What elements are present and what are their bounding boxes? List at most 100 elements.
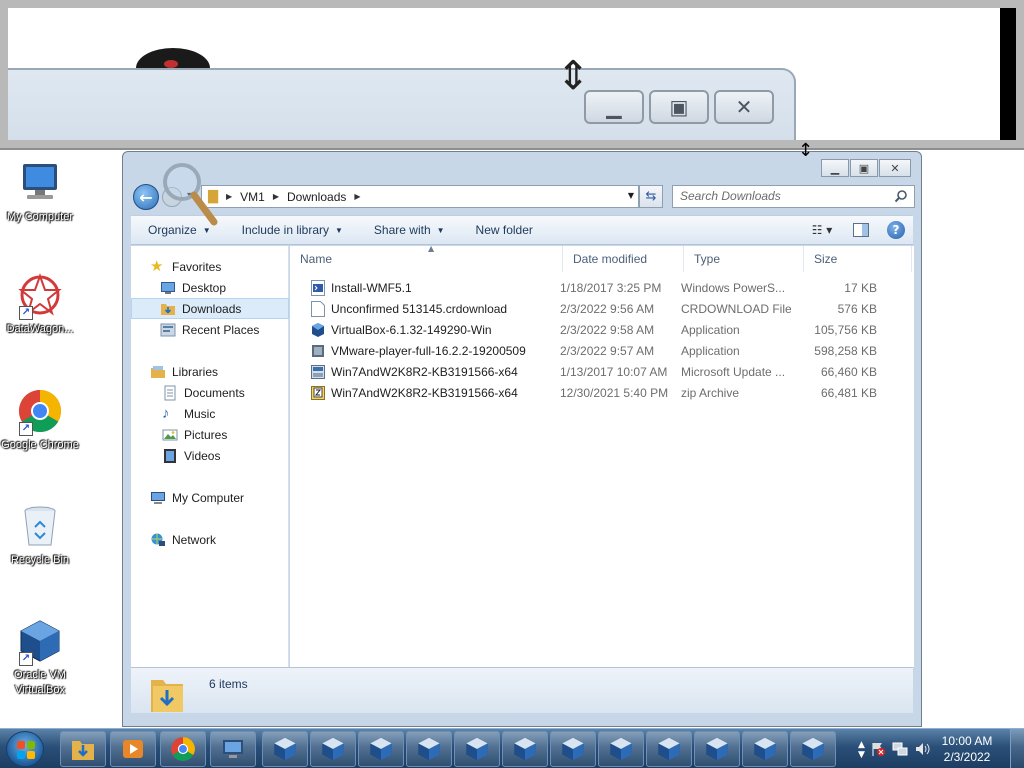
magnifier-icon[interactable] [160, 158, 220, 230]
virtualbox-icon [706, 737, 728, 761]
nav-favorites[interactable]: ★ Favorites [131, 256, 289, 277]
nav-desktop[interactable]: Desktop [131, 277, 289, 298]
search-box[interactable] [672, 185, 915, 208]
shortcut-arrow-icon: ↗ [19, 306, 33, 320]
magnified-minimize-icon: ▁ [584, 90, 644, 124]
back-arrow-icon: ← [139, 187, 153, 207]
nav-recent-places[interactable]: Recent Places [131, 319, 289, 340]
virtualbox-icon [370, 737, 392, 761]
back-button[interactable]: ← [133, 184, 159, 210]
nav-videos[interactable]: Videos [131, 445, 289, 466]
file-list[interactable]: Name ▲ Date modified Type Size Install-W… [290, 244, 914, 667]
virtualbox-icon: ↗ [17, 618, 63, 666]
breadcrumb-vm1[interactable]: VM1 [240, 190, 265, 204]
taskbar-virtualbox-window[interactable] [358, 731, 404, 767]
taskbar-virtualbox-window[interactable] [310, 731, 356, 767]
taskbar-virtualbox-window[interactable] [454, 731, 500, 767]
clock[interactable]: 10:00 AM 2/3/2022 [932, 733, 1002, 765]
computer-icon [17, 160, 63, 206]
search-icon [894, 190, 907, 203]
table-row[interactable]: VMware-player-full-16.2.2-19200509 2/3/2… [300, 341, 880, 362]
taskbar-media-player[interactable] [110, 731, 156, 767]
desktop-folder-icon [161, 281, 175, 294]
taskbar-explorer[interactable] [60, 731, 106, 767]
tray-scroll-icon[interactable]: ▲ ▼ [858, 740, 868, 760]
zip-archive-icon [311, 386, 325, 400]
breadcrumb-chevron-icon[interactable]: ▶ [273, 192, 279, 201]
breadcrumb-downloads[interactable]: Downloads [287, 190, 346, 204]
search-input[interactable] [673, 186, 883, 206]
nav-music[interactable]: ♪ Music [131, 403, 289, 424]
help-button[interactable]: ? [887, 221, 905, 239]
desktop-icon-datawagon[interactable]: ↗ DataWagon... [0, 272, 80, 337]
table-row[interactable]: Install-WMF5.1 1/18/2017 3:25 PM Windows… [300, 278, 880, 299]
sort-ascending-icon: ▲ [428, 244, 435, 253]
nav-libraries[interactable]: Libraries [131, 361, 289, 382]
refresh-icon: ⇆ [645, 189, 657, 204]
network-tray-icon[interactable] [892, 741, 908, 757]
preview-pane-button[interactable] [851, 220, 871, 240]
explorer-folder-icon [72, 741, 94, 760]
desktop-icon-my-computer[interactable]: My Computer [0, 160, 80, 225]
resize-cursor-icon: ⇕ [556, 53, 590, 99]
nav-pictures[interactable]: Pictures [131, 424, 289, 445]
column-header-size[interactable]: Size [804, 246, 912, 272]
column-header-name[interactable]: Name [290, 246, 563, 272]
virtualbox-icon [466, 737, 488, 761]
close-icon: ✕ [890, 161, 900, 175]
include-in-library-button[interactable]: Include in library ▼ [225, 223, 357, 237]
minimize-button[interactable]: ▁ [821, 159, 849, 177]
taskbar-virtualbox-window[interactable] [790, 731, 836, 767]
taskbar-virtualbox-window[interactable] [550, 731, 596, 767]
refresh-button[interactable]: ⇆ [639, 185, 663, 208]
taskbar-virtualbox-window[interactable] [742, 731, 788, 767]
taskbar-virtualbox-window[interactable] [646, 731, 692, 767]
taskbar-virtualbox-window[interactable] [598, 731, 644, 767]
resize-cursor-icon: ↕ [798, 140, 814, 161]
desktop-icon-label: DataWagon... [6, 323, 74, 335]
nav-my-computer[interactable]: My Computer [131, 487, 289, 508]
taskbar-chrome[interactable] [160, 731, 206, 767]
table-row[interactable]: Win7AndW2K8R2-KB3191566-x64 1/13/2017 10… [300, 362, 880, 383]
taskbar-virtualbox-window[interactable] [262, 731, 308, 767]
nav-network[interactable]: Network [131, 529, 289, 550]
pictures-icon [162, 429, 178, 440]
start-button[interactable] [6, 731, 44, 767]
blank-file-icon [311, 301, 325, 317]
share-with-button[interactable]: Share with ▼ [357, 223, 459, 237]
explorer-window[interactable]: ▁ ▣ ✕ ← ▼ ▇ ▶ VM1 ▶ Downloads ▶ ▼ ⇆ Orga… [122, 151, 922, 727]
column-header-date-modified[interactable]: Date modified [563, 246, 684, 272]
vmware-installer-icon [312, 345, 324, 357]
column-header-type[interactable]: Type [684, 246, 804, 272]
address-bar[interactable]: ▇ ▶ VM1 ▶ Downloads ▶ ▼ [201, 185, 639, 208]
taskbar-remote-desktop[interactable] [210, 731, 256, 767]
desktop-icon-google-chrome[interactable]: ↗ Google Chrome [0, 388, 80, 453]
maximize-button[interactable]: ▣ [850, 159, 878, 177]
table-row[interactable]: Win7AndW2K8R2-KB3191566-x64 12/30/2021 5… [300, 383, 880, 404]
datawagon-icon: ↗ [17, 272, 63, 320]
computer-icon [151, 491, 165, 504]
documents-icon [164, 385, 176, 400]
taskbar-virtualbox-window[interactable] [406, 731, 452, 767]
desktop-icon-oracle-virtualbox[interactable]: ↗ Oracle VM VirtualBox [0, 618, 80, 698]
breadcrumb-chevron-icon[interactable]: ▶ [226, 192, 232, 201]
taskbar-virtualbox-window[interactable] [502, 731, 548, 767]
minimize-icon: ▁ [830, 161, 840, 175]
table-row[interactable]: Unconfirmed 513145.crdownload 2/3/2022 9… [300, 299, 880, 320]
nav-documents[interactable]: Documents [131, 382, 289, 403]
chrome-icon [171, 737, 195, 761]
close-button[interactable]: ✕ [879, 159, 911, 177]
media-player-icon [123, 740, 143, 758]
desktop-icon-recycle-bin[interactable]: Recycle Bin [0, 503, 80, 568]
action-center-flag-icon[interactable] [870, 741, 886, 757]
new-folder-button[interactable]: New folder [459, 223, 547, 237]
table-row[interactable]: VirtualBox-6.1.32-149290-Win 2/3/2022 9:… [300, 320, 880, 341]
show-desktop-button[interactable] [1010, 729, 1024, 768]
change-view-button[interactable]: ☷ ▾ [803, 220, 841, 240]
breadcrumb-chevron-icon[interactable]: ▶ [354, 192, 360, 201]
address-dropdown-icon[interactable]: ▼ [628, 191, 634, 200]
nav-downloads[interactable]: Downloads [131, 298, 289, 319]
videos-icon [164, 448, 176, 463]
taskbar-virtualbox-window[interactable] [694, 731, 740, 767]
volume-icon[interactable] [914, 741, 930, 757]
